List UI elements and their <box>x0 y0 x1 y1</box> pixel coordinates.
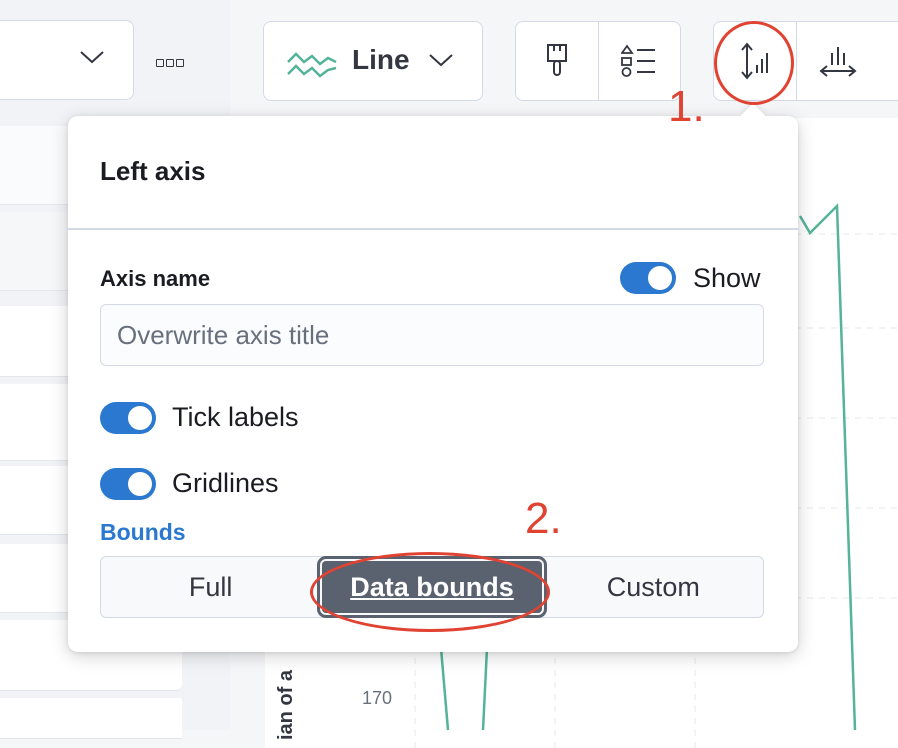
y-tick-label: 170 <box>362 688 393 708</box>
paintbrush-icon <box>546 44 567 76</box>
chevron-down-icon <box>429 54 453 67</box>
data-source-dropdown[interactable] <box>0 20 134 100</box>
tick-labels-toggle[interactable] <box>100 402 156 434</box>
annotation-circle-2 <box>310 552 550 632</box>
axis-title-input[interactable] <box>100 304 764 366</box>
divider <box>68 228 798 230</box>
show-axis-label: Show <box>693 263 761 293</box>
annotation-step-1: 1. <box>668 82 705 131</box>
y-axis-title: ian of a <box>275 669 297 740</box>
gridlines-label: Gridlines <box>172 468 279 498</box>
more-options-button[interactable] <box>156 54 186 70</box>
list-bullet-icon <box>621 44 656 77</box>
series-line <box>798 203 857 731</box>
dot-icon <box>156 59 164 67</box>
chart-type-select[interactable]: Line <box>263 21 483 101</box>
bottom-axis-button[interactable] <box>797 22 879 100</box>
list-item[interactable] <box>0 698 182 739</box>
tick-labels-label: Tick labels <box>172 402 299 432</box>
visual-options-button[interactable] <box>516 22 599 100</box>
annotation-circle-1 <box>714 21 794 105</box>
series-line <box>439 647 450 731</box>
series-line <box>481 647 489 731</box>
popover-arrow <box>740 103 766 129</box>
style-button-group <box>515 21 681 101</box>
bounds-label: Bounds <box>100 519 186 545</box>
chevron-down-icon <box>80 51 104 64</box>
show-axis-toggle[interactable] <box>620 262 676 294</box>
dot-icon <box>176 59 184 67</box>
line-chart-icon <box>287 52 337 78</box>
bounds-full-button[interactable]: Full <box>101 557 320 617</box>
dot-icon <box>166 59 174 67</box>
chart-type-label: Line <box>352 44 410 75</box>
bounds-custom-button[interactable]: Custom <box>544 557 763 617</box>
popover-title: Left axis <box>100 156 206 186</box>
annotation-step-2: 2. <box>525 494 562 543</box>
axis-name-label: Axis name <box>100 266 211 291</box>
gridlines-toggle[interactable] <box>100 468 156 500</box>
horizontal-axis-icon <box>819 47 857 77</box>
